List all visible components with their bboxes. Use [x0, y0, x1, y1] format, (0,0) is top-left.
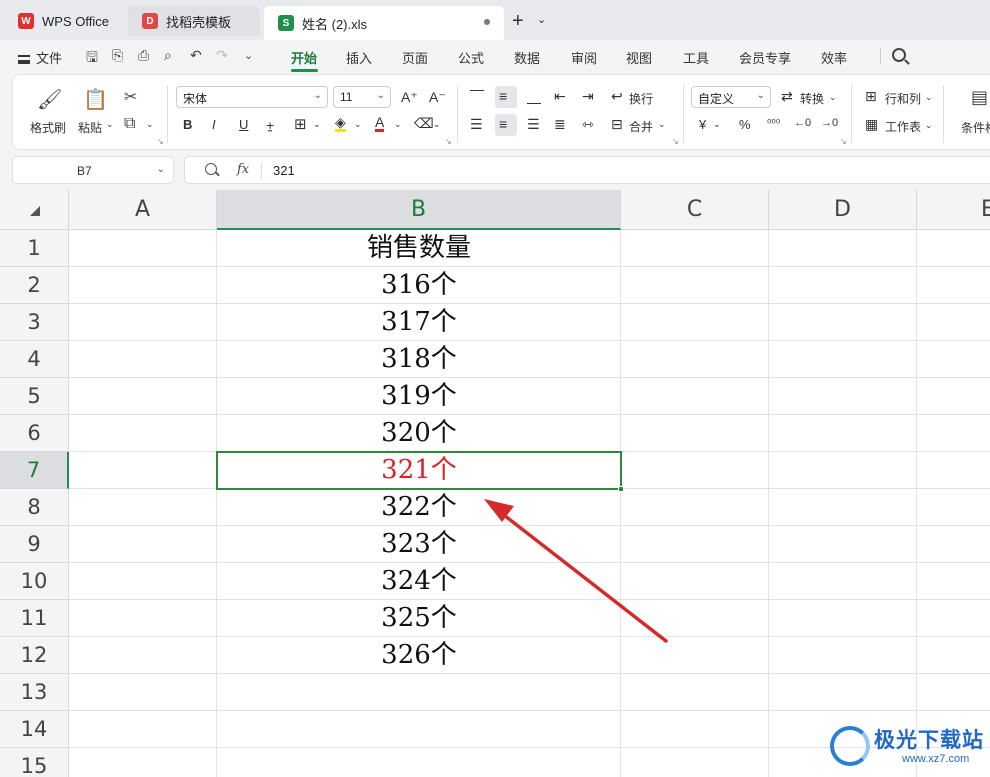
annotation-arrow [484, 499, 668, 643]
watermark-url: www.xz7.com [902, 753, 970, 765]
watermark-logo-icon [830, 726, 870, 766]
watermark-name: 极光下载站 [874, 728, 984, 752]
site-watermark: 极光下载站 www.xz7.com [826, 722, 986, 772]
